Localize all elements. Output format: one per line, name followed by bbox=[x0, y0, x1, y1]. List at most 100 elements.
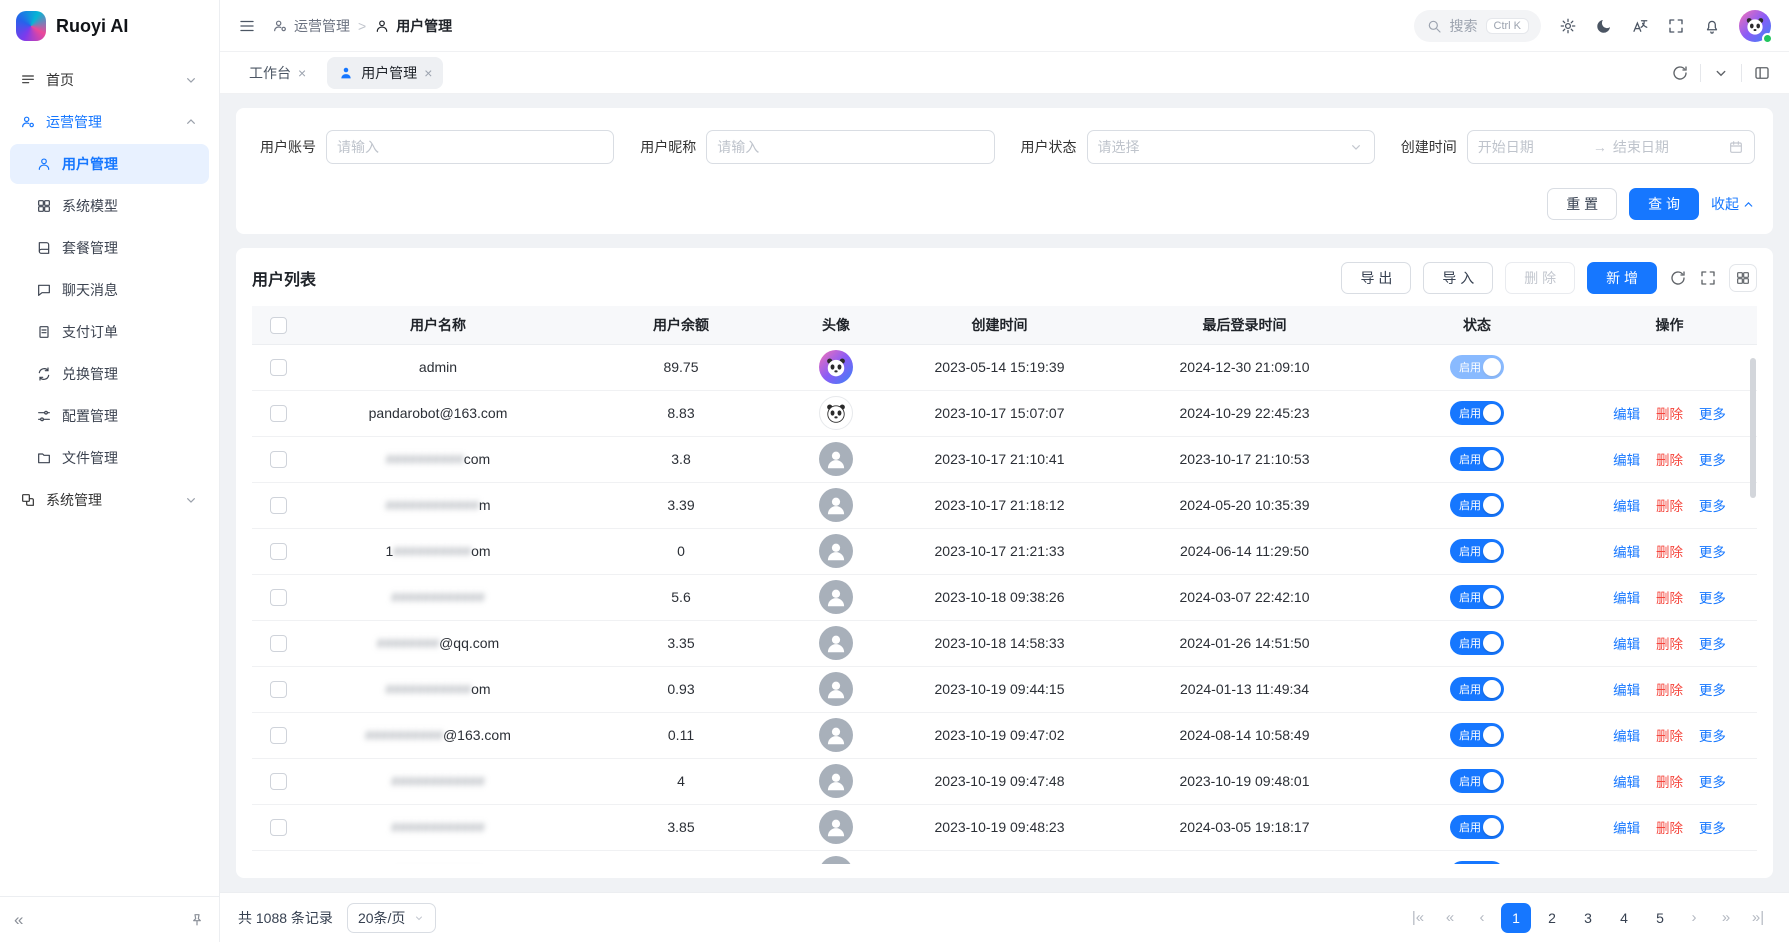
breadcrumb-user-management[interactable]: 用户管理 bbox=[374, 16, 452, 36]
status-toggle[interactable]: 启用 bbox=[1450, 493, 1504, 517]
row-checkbox[interactable] bbox=[270, 773, 287, 790]
row-checkbox[interactable] bbox=[270, 589, 287, 606]
next-group-icon[interactable]: » bbox=[1713, 909, 1739, 926]
delete-link[interactable]: 删除 bbox=[1656, 775, 1683, 790]
status-toggle[interactable]: 启用 bbox=[1450, 677, 1504, 701]
delete-link[interactable]: 删除 bbox=[1656, 591, 1683, 606]
more-link[interactable]: 更多 bbox=[1699, 407, 1726, 422]
refresh-icon[interactable] bbox=[1669, 269, 1687, 287]
global-search[interactable]: 搜索 Ctrl K bbox=[1414, 10, 1542, 42]
last-page-icon[interactable]: »| bbox=[1745, 909, 1771, 926]
sidebar-item-payment-orders[interactable]: 支付订单 bbox=[10, 312, 209, 352]
status-toggle[interactable]: 启用 bbox=[1450, 723, 1504, 747]
status-toggle[interactable]: 启用 bbox=[1450, 631, 1504, 655]
delete-link[interactable]: 删除 bbox=[1656, 407, 1683, 422]
select-all-checkbox[interactable] bbox=[270, 317, 287, 334]
more-link[interactable]: 更多 bbox=[1699, 637, 1726, 652]
nickname-input[interactable] bbox=[717, 139, 983, 155]
import-button[interactable]: 导 入 bbox=[1423, 262, 1493, 294]
delete-link[interactable]: 删除 bbox=[1656, 453, 1683, 468]
sidebar-item-chat-messages[interactable]: 聊天消息 bbox=[10, 270, 209, 310]
page-button-5[interactable]: 5 bbox=[1645, 903, 1675, 933]
edit-link[interactable]: 编辑 bbox=[1613, 821, 1640, 836]
prev-page-icon[interactable]: ‹ bbox=[1469, 909, 1495, 926]
page-button-4[interactable]: 4 bbox=[1609, 903, 1639, 933]
status-select[interactable]: 请选择 bbox=[1087, 130, 1375, 164]
more-link[interactable]: 更多 bbox=[1699, 683, 1726, 698]
sidebar-item-system-management[interactable]: 系统管理 bbox=[10, 480, 209, 520]
panel-toggle-icon[interactable] bbox=[1753, 64, 1771, 82]
row-checkbox[interactable] bbox=[270, 727, 287, 744]
account-input[interactable] bbox=[337, 139, 603, 155]
prev-group-icon[interactable]: « bbox=[1437, 909, 1463, 926]
more-link[interactable]: 更多 bbox=[1699, 453, 1726, 468]
dark-mode-moon-icon[interactable] bbox=[1595, 17, 1613, 35]
sidebar-item-system-model[interactable]: 系统模型 bbox=[10, 186, 209, 226]
collapse-filter-link[interactable]: 收起 bbox=[1711, 194, 1755, 214]
edit-link[interactable]: 编辑 bbox=[1613, 453, 1640, 468]
more-link[interactable]: 更多 bbox=[1699, 775, 1726, 790]
sidebar-item-home[interactable]: 首页 bbox=[10, 60, 209, 100]
close-icon[interactable]: × bbox=[424, 66, 432, 80]
edit-link[interactable]: 编辑 bbox=[1613, 729, 1640, 744]
status-toggle[interactable]: 启用 bbox=[1450, 447, 1504, 471]
status-toggle[interactable]: 启用 bbox=[1450, 585, 1504, 609]
chevron-down-icon[interactable] bbox=[1712, 64, 1730, 82]
page-button-3[interactable]: 3 bbox=[1573, 903, 1603, 933]
tab-workbench[interactable]: 工作台 × bbox=[238, 57, 317, 89]
page-size-select[interactable]: 20条/页 bbox=[347, 903, 436, 933]
sidebar-item-operations[interactable]: 运营管理 bbox=[10, 102, 209, 142]
date-end-input[interactable] bbox=[1613, 139, 1722, 155]
edit-link[interactable]: 编辑 bbox=[1613, 775, 1640, 790]
hamburger-icon[interactable] bbox=[238, 17, 256, 35]
export-button[interactable]: 导 出 bbox=[1341, 262, 1411, 294]
edit-link[interactable]: 编辑 bbox=[1613, 683, 1640, 698]
gear-icon[interactable] bbox=[1559, 17, 1577, 35]
delete-link[interactable]: 删除 bbox=[1656, 821, 1683, 836]
expand-icon[interactable] bbox=[1699, 269, 1717, 287]
delete-button[interactable]: 删 除 bbox=[1505, 262, 1575, 294]
more-link[interactable]: 更多 bbox=[1699, 821, 1726, 836]
sidebar-item-config-management[interactable]: 配置管理 bbox=[10, 396, 209, 436]
row-checkbox[interactable] bbox=[270, 681, 287, 698]
row-checkbox[interactable] bbox=[270, 635, 287, 652]
vertical-scrollbar[interactable] bbox=[1750, 358, 1756, 498]
page-button-2[interactable]: 2 bbox=[1537, 903, 1567, 933]
row-checkbox[interactable] bbox=[270, 819, 287, 836]
row-checkbox[interactable] bbox=[270, 497, 287, 514]
user-avatar[interactable] bbox=[1739, 10, 1771, 42]
status-toggle[interactable]: 启用 bbox=[1450, 815, 1504, 839]
refresh-icon[interactable] bbox=[1671, 64, 1689, 82]
close-icon[interactable]: × bbox=[298, 66, 306, 80]
sidebar-item-user-management[interactable]: 用户管理 bbox=[10, 144, 209, 184]
sidebar-item-file-management[interactable]: 文件管理 bbox=[10, 438, 209, 478]
status-toggle[interactable]: 启用 bbox=[1450, 861, 1504, 864]
date-range-picker[interactable]: → bbox=[1467, 130, 1755, 164]
search-button[interactable]: 查 询 bbox=[1629, 188, 1699, 220]
status-toggle[interactable]: 启用 bbox=[1450, 401, 1504, 425]
status-toggle[interactable]: 启用 bbox=[1450, 769, 1504, 793]
column-settings-icon[interactable] bbox=[1729, 264, 1757, 292]
translate-icon[interactable] bbox=[1631, 17, 1649, 35]
delete-link[interactable]: 删除 bbox=[1656, 499, 1683, 514]
delete-link[interactable]: 删除 bbox=[1656, 637, 1683, 652]
edit-link[interactable]: 编辑 bbox=[1613, 637, 1640, 652]
more-link[interactable]: 更多 bbox=[1699, 499, 1726, 514]
first-page-icon[interactable]: |« bbox=[1405, 909, 1431, 926]
logo[interactable]: Ruoyi AI bbox=[0, 0, 219, 52]
row-checkbox[interactable] bbox=[270, 451, 287, 468]
sidebar-collapse-button[interactable]: « bbox=[14, 910, 23, 930]
bell-icon[interactable] bbox=[1703, 17, 1721, 35]
date-start-input[interactable] bbox=[1478, 139, 1587, 155]
breadcrumb-operations[interactable]: 运营管理 bbox=[272, 16, 350, 36]
edit-link[interactable]: 编辑 bbox=[1613, 407, 1640, 422]
row-checkbox[interactable] bbox=[270, 543, 287, 560]
page-button-1[interactable]: 1 bbox=[1501, 903, 1531, 933]
tab-user-management[interactable]: 用户管理 × bbox=[327, 57, 443, 89]
edit-link[interactable]: 编辑 bbox=[1613, 545, 1640, 560]
edit-link[interactable]: 编辑 bbox=[1613, 591, 1640, 606]
add-button[interactable]: 新 增 bbox=[1587, 262, 1657, 294]
edit-link[interactable]: 编辑 bbox=[1613, 499, 1640, 514]
pin-icon[interactable] bbox=[189, 912, 205, 928]
next-page-icon[interactable]: › bbox=[1681, 909, 1707, 926]
